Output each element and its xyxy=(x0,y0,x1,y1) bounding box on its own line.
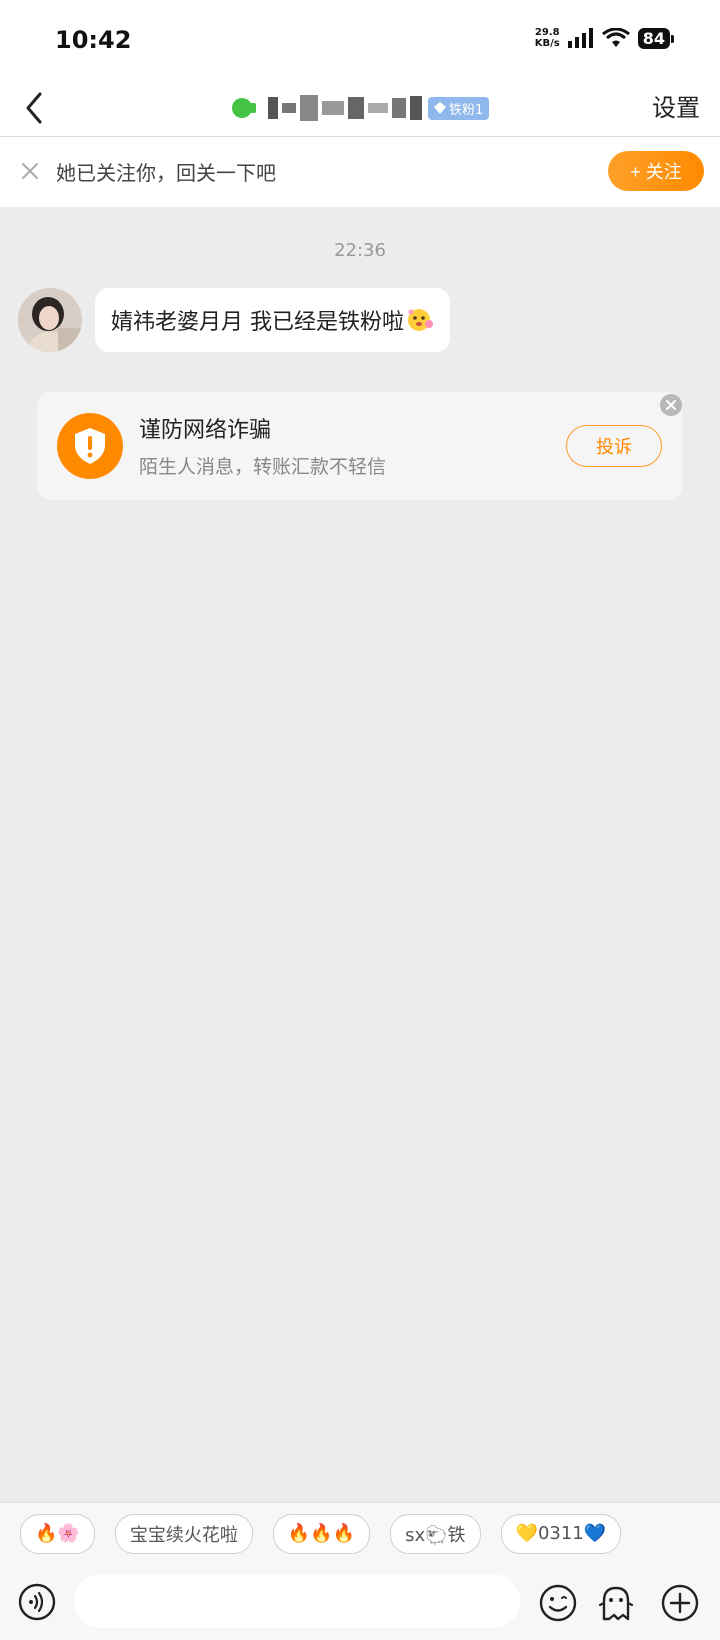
fan-level-badge: 铁粉1 xyxy=(428,96,490,120)
voice-input-icon[interactable] xyxy=(18,1583,56,1621)
chat-header: 铁粉1 设置 xyxy=(0,80,720,137)
quick-reply-chip[interactable]: 宝宝续火花啦 xyxy=(114,1513,253,1554)
status-icons: 29.8 KB/s 84 xyxy=(534,27,675,49)
message-input[interactable] xyxy=(74,1574,520,1628)
contact-title[interactable]: 铁粉1 xyxy=(232,88,490,128)
avatar[interactable] xyxy=(18,288,82,352)
message-timestamp: 22:36 xyxy=(334,240,386,261)
back-arrow-icon[interactable] xyxy=(16,86,60,130)
follow-back-banner: 她已关注你，回关一下吧 + 关注 xyxy=(0,137,720,207)
battery-indicator: 84 xyxy=(637,27,675,49)
diamond-icon xyxy=(434,102,446,114)
quick-reply-chip[interactable]: 💛0311💙 xyxy=(500,1513,622,1554)
quick-reply-chip[interactable]: 🔥🌸 xyxy=(20,1513,95,1554)
fraud-warning-card: 谨防网络诈骗 陌生人消息，转账汇款不轻信 投诉 xyxy=(37,392,682,500)
warning-title: 谨防网络诈骗 xyxy=(139,418,272,443)
emoji-icon[interactable] xyxy=(538,1583,578,1623)
shield-warning-icon xyxy=(57,413,123,479)
follow-button[interactable]: + 关注 xyxy=(608,151,704,191)
settings-button[interactable]: 设置 xyxy=(652,88,700,123)
close-icon[interactable] xyxy=(18,159,42,183)
status-bar: 10:42 29.8 KB/s 84 xyxy=(0,0,720,80)
online-status-icon xyxy=(232,98,256,118)
sticker-icon[interactable] xyxy=(596,1583,636,1623)
follow-back-text: 她已关注你，回关一下吧 xyxy=(56,161,276,185)
blushing-emoji-icon xyxy=(408,309,433,331)
redacted-username xyxy=(268,95,422,121)
message-bubble[interactable]: 婧祎老婆月月 我已经是铁粉啦 xyxy=(95,288,450,352)
avatar-image xyxy=(18,288,82,352)
message-input-bar xyxy=(0,1564,720,1640)
message-text: 婧祎老婆月月 我已经是铁粉啦 xyxy=(111,310,404,335)
warning-subtitle: 陌生人消息，转账汇款不轻信 xyxy=(139,456,387,478)
net-speed: 29.8 KB/s xyxy=(534,27,560,49)
quick-reply-chip[interactable]: sx🐑铁 xyxy=(390,1513,481,1554)
clock: 10:42 xyxy=(55,26,132,54)
signal-icon xyxy=(567,28,593,48)
quick-reply-chip[interactable]: 🔥🔥🔥 xyxy=(272,1513,371,1554)
quick-reply-bar: 🔥🌸 宝宝续火花啦 🔥🔥🔥 sx🐑铁 💛0311💙 xyxy=(0,1502,720,1564)
wifi-icon xyxy=(601,28,630,47)
complain-button[interactable]: 投诉 xyxy=(566,425,662,467)
plus-icon[interactable] xyxy=(660,1583,700,1623)
dismiss-warning-icon[interactable] xyxy=(660,394,682,416)
